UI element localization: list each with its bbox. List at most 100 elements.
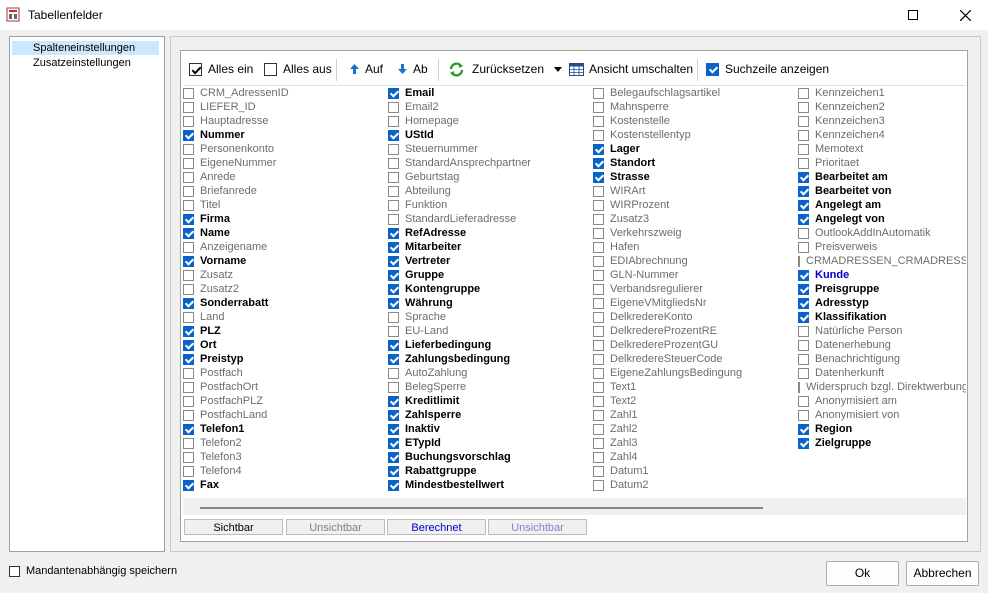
field-item[interactable]: Email (388, 86, 531, 100)
field-checkbox[interactable] (388, 451, 399, 463)
field-checkbox[interactable] (593, 451, 604, 463)
reset-button[interactable]: Zurücksetzen (448, 53, 544, 85)
field-checkbox[interactable] (798, 395, 809, 407)
field-checkbox[interactable] (593, 353, 604, 365)
field-item[interactable]: Vorname (183, 254, 289, 268)
field-checkbox[interactable] (183, 479, 194, 491)
field-checkbox[interactable] (388, 381, 399, 393)
field-item[interactable]: PLZ (183, 324, 289, 338)
field-checkbox[interactable] (798, 87, 809, 99)
field-checkbox[interactable] (183, 283, 194, 295)
field-item[interactable]: Widerspruch bzgl. Direktwerbung (798, 380, 966, 394)
field-item[interactable]: Kennzeichen2 (798, 100, 966, 114)
field-item[interactable]: Rabattgruppe (388, 464, 531, 478)
field-item[interactable]: Anonymisiert am (798, 394, 966, 408)
field-item[interactable]: Zahl3 (593, 436, 742, 450)
field-item[interactable]: GLN-Nummer (593, 268, 742, 282)
field-item[interactable]: Datenherkunft (798, 366, 966, 380)
field-item[interactable]: RefAdresse (388, 226, 531, 240)
field-item[interactable]: StandardAnsprechpartner (388, 156, 531, 170)
field-item[interactable]: DelkredereProzentGU (593, 338, 742, 352)
field-checkbox[interactable] (798, 269, 809, 281)
field-item[interactable]: Personenkonto (183, 142, 289, 156)
field-item[interactable]: AutoZahlung (388, 366, 531, 380)
field-item[interactable]: Firma (183, 212, 289, 226)
field-item[interactable]: Natürliche Person (798, 324, 966, 338)
field-item[interactable]: Sprache (388, 310, 531, 324)
field-checkbox[interactable] (183, 241, 194, 253)
field-checkbox[interactable] (183, 101, 194, 113)
field-checkbox[interactable] (593, 213, 604, 225)
field-checkbox[interactable] (593, 87, 604, 99)
field-checkbox[interactable] (798, 171, 809, 183)
field-checkbox[interactable] (798, 381, 800, 393)
field-item[interactable]: Verbandsregulierer (593, 282, 742, 296)
nav-item-spalteneinstellungen[interactable]: Spalteneinstellungen (12, 41, 159, 55)
show-search-toggle[interactable]: Suchzeile anzeigen (706, 53, 829, 85)
field-item[interactable]: PostfachLand (183, 408, 289, 422)
field-checkbox[interactable] (388, 395, 399, 407)
field-checkbox[interactable] (388, 297, 399, 309)
field-checkbox[interactable] (388, 115, 399, 127)
field-item[interactable]: Postfach (183, 366, 289, 380)
field-checkbox[interactable] (388, 241, 399, 253)
field-item[interactable]: Lieferbedingung (388, 338, 531, 352)
field-checkbox[interactable] (388, 129, 399, 141)
field-checkbox[interactable] (183, 129, 194, 141)
nav-item-zusatzeinstellungen[interactable]: Zusatzeinstellungen (12, 56, 131, 70)
field-item[interactable]: Belegaufschlagsartikel (593, 86, 742, 100)
field-item[interactable]: Anrede (183, 170, 289, 184)
field-item[interactable]: Preisverweis (798, 240, 966, 254)
field-checkbox[interactable] (798, 297, 809, 309)
field-item[interactable]: Verkehrszweig (593, 226, 742, 240)
field-item[interactable]: EigeneZahlungsBedingung (593, 366, 742, 380)
field-checkbox[interactable] (183, 311, 194, 323)
field-item[interactable]: Anonymisiert von (798, 408, 966, 422)
field-item[interactable]: Benachrichtigung (798, 352, 966, 366)
field-item[interactable]: Kennzeichen3 (798, 114, 966, 128)
field-item[interactable]: Vertreter (388, 254, 531, 268)
field-checkbox[interactable] (798, 129, 809, 141)
field-item[interactable]: Preistyp (183, 352, 289, 366)
field-item[interactable]: Kostenstellentyp (593, 128, 742, 142)
field-item[interactable]: Zahl4 (593, 450, 742, 464)
field-item[interactable]: Strasse (593, 170, 742, 184)
field-checkbox[interactable] (388, 325, 399, 337)
field-checkbox[interactable] (593, 157, 604, 169)
field-item[interactable]: Telefon1 (183, 422, 289, 436)
field-item[interactable]: Prioritaet (798, 156, 966, 170)
field-item[interactable]: Lager (593, 142, 742, 156)
field-checkbox[interactable] (183, 423, 194, 435)
field-checkbox[interactable] (388, 437, 399, 449)
field-item[interactable]: Mindestbestellwert (388, 478, 531, 492)
field-checkbox[interactable] (593, 367, 604, 379)
field-checkbox[interactable] (183, 199, 194, 211)
field-item[interactable]: Gruppe (388, 268, 531, 282)
field-item[interactable]: Währung (388, 296, 531, 310)
field-item[interactable]: Text2 (593, 394, 742, 408)
field-checkbox[interactable] (593, 339, 604, 351)
field-checkbox[interactable] (593, 479, 604, 491)
field-checkbox[interactable] (593, 437, 604, 449)
field-item[interactable]: Zusatz3 (593, 212, 742, 226)
field-checkbox[interactable] (593, 227, 604, 239)
field-item[interactable]: DelkredereSteuerCode (593, 352, 742, 366)
field-item[interactable]: Homepage (388, 114, 531, 128)
field-checkbox[interactable] (388, 353, 399, 365)
field-checkbox[interactable] (798, 199, 809, 211)
reset-dropdown[interactable] (554, 53, 562, 85)
field-item[interactable]: Zahlungsbedingung (388, 352, 531, 366)
field-checkbox[interactable] (183, 409, 194, 421)
field-checkbox[interactable] (183, 325, 194, 337)
field-item[interactable]: Steuernummer (388, 142, 531, 156)
field-item[interactable]: Mahnsperre (593, 100, 742, 114)
field-item[interactable]: WIRProzent (593, 198, 742, 212)
field-item[interactable]: CRMADRESSEN_CRMADRESSE (798, 254, 966, 268)
maximize-button[interactable] (890, 0, 936, 30)
field-item[interactable]: StandardLieferadresse (388, 212, 531, 226)
field-checkbox[interactable] (388, 199, 399, 211)
field-item[interactable]: EigeneNummer (183, 156, 289, 170)
field-item[interactable]: Bearbeitet am (798, 170, 966, 184)
field-item[interactable]: Titel (183, 198, 289, 212)
field-checkbox[interactable] (183, 395, 194, 407)
